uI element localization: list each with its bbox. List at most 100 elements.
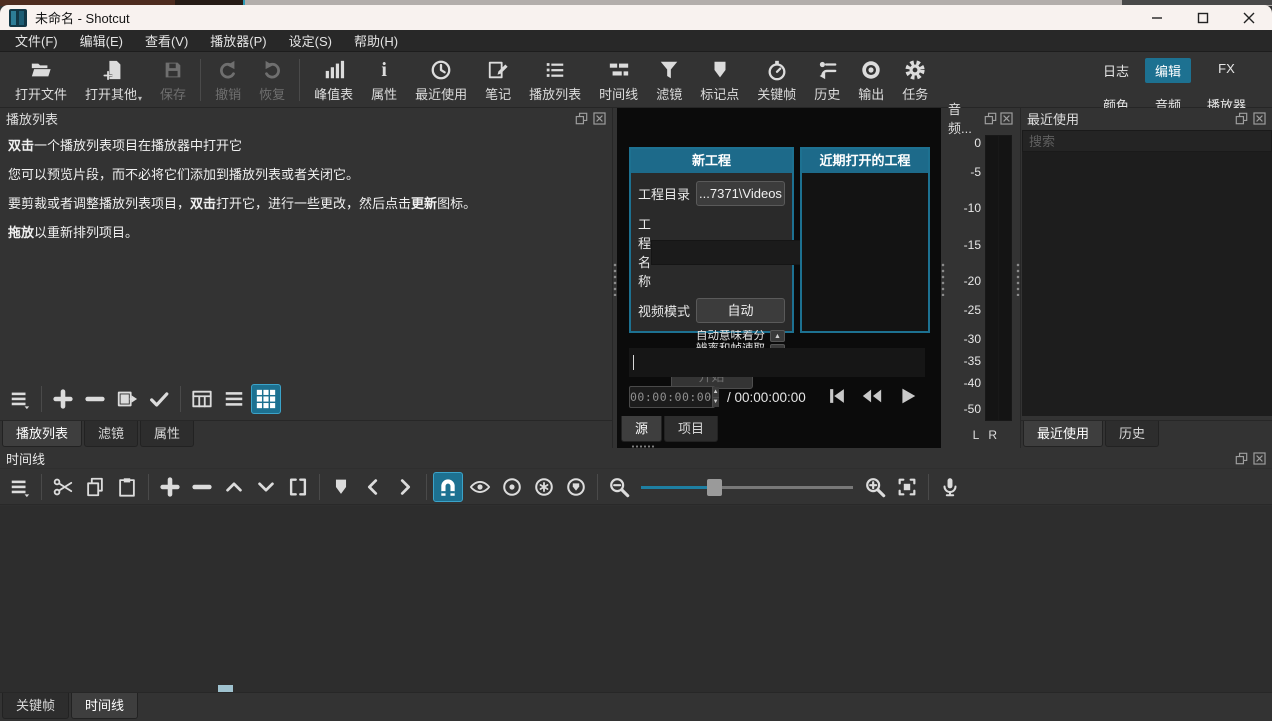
playlist-tab[interactable]: 滤镜 [84,421,138,447]
timeline-zoom-slider[interactable] [641,473,853,501]
video-mode-button[interactable]: 自动 [696,298,785,323]
minus-button[interactable] [80,384,110,414]
player-tab[interactable]: 源 [621,416,662,442]
toolbar-timeline-button[interactable]: 时间线 [590,54,647,106]
toolbar-folder-open-button[interactable]: 打开文件 [6,54,76,106]
marker-small-button[interactable] [326,472,356,502]
layout-FX-button[interactable]: FX [1197,58,1256,83]
timecode-down-icon[interactable]: ▼ [713,398,719,408]
menu-item[interactable]: 播放器(P) [199,29,277,52]
toolbar-record-button[interactable]: 输出 [849,54,893,106]
zoom-fit-button[interactable] [892,472,922,502]
menu-item[interactable]: 设定(S) [278,29,343,52]
paste-button[interactable] [112,472,142,502]
chevron-down-button[interactable] [251,472,281,502]
toolbar-history-button[interactable]: 历史 [805,54,849,106]
timeline-track-area[interactable] [0,506,1272,692]
float-icon[interactable] [984,112,997,125]
float-icon[interactable] [1235,112,1248,125]
slider-handle[interactable] [707,479,722,496]
float-icon[interactable] [575,112,588,125]
zoom-out-icon [608,476,630,498]
skip-start-button[interactable] [821,383,853,409]
copy-button[interactable] [80,472,110,502]
player-scrubber[interactable] [629,348,925,377]
playlist-tab[interactable]: 播放列表 [2,421,82,447]
close-icon[interactable] [1253,452,1266,465]
recent-tab[interactable]: 历史 [1105,421,1159,447]
mic-button[interactable] [935,472,965,502]
close-icon[interactable] [593,112,606,125]
toolbar-notes-button[interactable]: 笔记 [476,54,520,106]
split-button[interactable] [283,472,313,502]
view-list-button[interactable] [219,384,249,414]
chevron-left-icon [362,476,384,498]
eye-icon [469,476,491,498]
float-icon[interactable] [1235,452,1248,465]
toolbar-peak-meter-button[interactable]: 峰值表 [305,54,362,106]
close-button[interactable] [1226,5,1272,30]
toolbar-file-plus-button[interactable]: 打开其他▾ [76,54,151,106]
menu-button[interactable] [5,384,35,414]
magnet-button[interactable] [433,472,463,502]
view-grid-button[interactable] [251,384,281,414]
player-tab[interactable]: 项目 [664,416,718,442]
menu-item[interactable]: 编辑(E) [69,29,134,52]
circle-asterisk-button[interactable] [529,472,559,502]
recent-tab[interactable]: 最近使用 [1023,421,1103,447]
timecode-value[interactable]: 00:00:00:00 [630,387,712,407]
maximize-button[interactable] [1180,5,1226,30]
toolbar-filter-button[interactable]: 滤镜 [647,54,691,106]
cut-button[interactable] [48,472,78,502]
view-detail-button[interactable] [187,384,217,414]
play-icon [896,385,918,407]
timecode-spinner[interactable]: 00:00:00:00 ▲ ▼ [629,386,715,408]
recent-list[interactable] [1022,152,1272,416]
rewind-button[interactable] [856,383,888,409]
timeline-tab[interactable]: 时间线 [71,693,138,719]
toolbar-marker-button[interactable]: 标记点 [691,54,748,106]
menu-item[interactable]: 帮助(H) [343,29,409,52]
minus-button[interactable] [187,472,217,502]
eye-button[interactable] [465,472,495,502]
chevron-up-button[interactable] [219,472,249,502]
toolbar-stopwatch-button[interactable]: 关键帧 [748,54,805,106]
scroll-up-icon[interactable]: ▲ [770,330,785,342]
timecode-up-icon[interactable]: ▲ [713,387,719,398]
chevron-right-icon [394,476,416,498]
close-icon[interactable] [1000,112,1013,125]
db-tick-label: -20 [947,274,981,288]
chevron-left-button[interactable] [358,472,388,502]
circle-shield-button[interactable] [561,472,591,502]
notes-icon [487,57,509,83]
playlist-panel: 播放列表 双击一个播放列表项目在播放器中打开它您可以预览片段，而不必将它们添加到… [0,108,613,448]
info-icon: i [381,57,387,83]
check-button[interactable] [144,384,174,414]
timeline-scrollbar-fragment[interactable] [218,685,233,692]
project-folder-button[interactable]: ...7371\Videos [696,181,785,206]
menu-item[interactable]: 查看(V) [134,29,199,52]
layout-日志-button[interactable]: 日志 [1093,58,1139,83]
menu-item[interactable]: 文件(F) [4,29,69,52]
toolbar-gear-button[interactable]: 任务 [893,54,937,106]
minimize-button[interactable] [1134,5,1180,30]
playlist-tab[interactable]: 属性 [140,421,194,447]
playlist-tip: 拖放以重新排列项目。 [8,223,604,242]
search-input[interactable] [1022,130,1272,152]
update-button[interactable] [112,384,142,414]
chevron-right-button[interactable] [390,472,420,502]
zoom-out-button[interactable] [604,472,634,502]
timeline-tab[interactable]: 关键帧 [2,693,69,719]
play-button[interactable] [891,383,923,409]
toolbar-clock-button[interactable]: 最近使用 [406,54,476,106]
toolbar-info-button[interactable]: i属性 [362,54,406,106]
close-icon[interactable] [1253,112,1266,125]
plus-button[interactable] [155,472,185,502]
shotcut-window: 未命名 - Shotcut 文件(F)编辑(E)查看(V)播放器(P)设定(S)… [0,0,1272,721]
zoom-in-button[interactable] [860,472,890,502]
toolbar-playlist-button[interactable]: 播放列表 [520,54,590,106]
menu-button[interactable] [5,472,35,502]
plus-button[interactable] [48,384,78,414]
layout-编辑-button[interactable]: 编辑 [1145,58,1191,83]
circle-dot-button[interactable] [497,472,527,502]
